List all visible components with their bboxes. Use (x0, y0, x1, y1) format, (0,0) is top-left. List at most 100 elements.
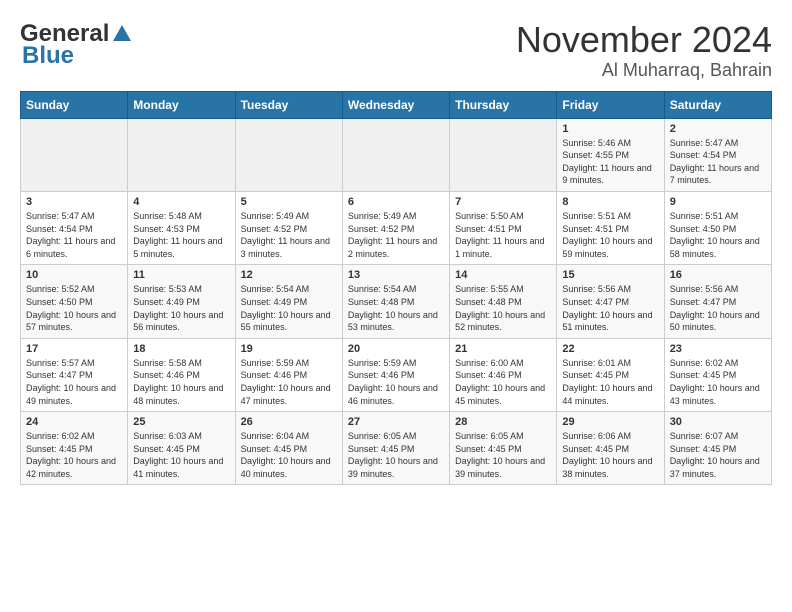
day-number: 11 (133, 269, 229, 281)
day-info: Sunrise: 5:47 AMSunset: 4:54 PMDaylight:… (26, 210, 122, 260)
day-info: Sunrise: 6:04 AMSunset: 4:45 PMDaylight:… (241, 430, 337, 480)
day-info: Sunrise: 6:00 AMSunset: 4:46 PMDaylight:… (455, 357, 551, 407)
calendar-header-row: SundayMondayTuesdayWednesdayThursdayFrid… (21, 91, 772, 118)
calendar-cell: 10Sunrise: 5:52 AMSunset: 4:50 PMDayligh… (21, 265, 128, 338)
calendar-cell: 9 Sunrise: 5:51 AMSunset: 4:50 PMDaylight… (664, 191, 771, 264)
day-info: Sunrise: 5:51 AMSunset: 4:50 PMDaylight:… (670, 210, 766, 260)
day-info: Sunrise: 5:54 AMSunset: 4:48 PMDaylight:… (348, 283, 444, 333)
day-number: 5 (241, 196, 337, 208)
day-info: Sunrise: 5:55 AMSunset: 4:48 PMDaylight:… (455, 283, 551, 333)
calendar-cell: 21 Sunrise: 6:00 AMSunset: 4:46 PMDayligh… (450, 338, 557, 411)
day-number: 15 (562, 269, 658, 281)
calendar-cell: 19 Sunrise: 5:59 AMSunset: 4:46 PMDayligh… (235, 338, 342, 411)
day-number: 21 (455, 343, 551, 355)
calendar-cell: 6 Sunrise: 5:49 AMSunset: 4:52 PMDaylight… (342, 191, 449, 264)
day-info: Sunrise: 5:56 AMSunset: 4:47 PMDaylight:… (562, 283, 658, 333)
day-number: 1 (562, 123, 658, 135)
day-info: Sunrise: 5:49 AMSunset: 4:52 PMDaylight:… (241, 210, 337, 260)
day-number: 17 (26, 343, 122, 355)
calendar-cell: 29 Sunrise: 6:06 AMSunset: 4:45 PMDayligh… (557, 412, 664, 485)
weekday-header: Sunday (21, 91, 128, 118)
title-block: November 2024 Al Muharraq, Bahrain (516, 20, 772, 81)
day-info: Sunrise: 6:06 AMSunset: 4:45 PMDaylight:… (562, 430, 658, 480)
day-number: 4 (133, 196, 229, 208)
calendar-cell: 5 Sunrise: 5:49 AMSunset: 4:52 PMDaylight… (235, 191, 342, 264)
weekday-header: Tuesday (235, 91, 342, 118)
day-number: 25 (133, 416, 229, 428)
calendar-cell: 28 Sunrise: 6:05 AMSunset: 4:45 PMDayligh… (450, 412, 557, 485)
calendar-cell: 2 Sunrise: 5:47 AMSunset: 4:54 PMDaylight… (664, 118, 771, 191)
calendar-cell: 15 Sunrise: 5:56 AMSunset: 4:47 PMDayligh… (557, 265, 664, 338)
calendar-cell: 12Sunrise: 5:54 AMSunset: 4:49 PMDayligh… (235, 265, 342, 338)
calendar-cell: 7 Sunrise: 5:50 AMSunset: 4:51 PMDaylight… (450, 191, 557, 264)
weekday-header: Wednesday (342, 91, 449, 118)
day-number: 20 (348, 343, 444, 355)
weekday-header: Thursday (450, 91, 557, 118)
day-number: 2 (670, 123, 766, 135)
day-number: 30 (670, 416, 766, 428)
day-info: Sunrise: 5:56 AMSunset: 4:47 PMDaylight:… (670, 283, 766, 333)
day-info: Sunrise: 5:59 AMSunset: 4:46 PMDaylight:… (241, 357, 337, 407)
day-info: Sunrise: 5:57 AMSunset: 4:47 PMDaylight:… (26, 357, 122, 407)
calendar-week-row: 24 Sunrise: 6:02 AMSunset: 4:45 PMDayligh… (21, 412, 772, 485)
day-info: Sunrise: 5:50 AMSunset: 4:51 PMDaylight:… (455, 210, 551, 260)
calendar-cell (342, 118, 449, 191)
day-info: Sunrise: 6:02 AMSunset: 4:45 PMDaylight:… (26, 430, 122, 480)
day-number: 6 (348, 196, 444, 208)
day-number: 22 (562, 343, 658, 355)
calendar-cell: 3 Sunrise: 5:47 AMSunset: 4:54 PMDaylight… (21, 191, 128, 264)
day-number: 9 (670, 196, 766, 208)
calendar-cell: 8 Sunrise: 5:51 AMSunset: 4:51 PMDaylight… (557, 191, 664, 264)
day-number: 14 (455, 269, 551, 281)
day-number: 28 (455, 416, 551, 428)
weekday-header: Friday (557, 91, 664, 118)
day-info: Sunrise: 6:03 AMSunset: 4:45 PMDaylight:… (133, 430, 229, 480)
calendar-week-row: 3 Sunrise: 5:47 AMSunset: 4:54 PMDaylight… (21, 191, 772, 264)
calendar-week-row: 10Sunrise: 5:52 AMSunset: 4:50 PMDayligh… (21, 265, 772, 338)
day-info: Sunrise: 5:47 AMSunset: 4:54 PMDaylight:… (670, 137, 766, 187)
day-info: Sunrise: 6:05 AMSunset: 4:45 PMDaylight:… (455, 430, 551, 480)
calendar-cell: 26 Sunrise: 6:04 AMSunset: 4:45 PMDayligh… (235, 412, 342, 485)
logo-icon (111, 23, 133, 45)
day-number: 12 (241, 269, 337, 281)
day-number: 19 (241, 343, 337, 355)
calendar-week-row: 1Sunrise: 5:46 AMSunset: 4:55 PMDaylight… (21, 118, 772, 191)
calendar-cell: 18 Sunrise: 5:58 AMSunset: 4:46 PMDayligh… (128, 338, 235, 411)
day-number: 27 (348, 416, 444, 428)
calendar-cell: 22Sunrise: 6:01 AMSunset: 4:45 PMDayligh… (557, 338, 664, 411)
day-info: Sunrise: 5:52 AMSunset: 4:50 PMDaylight:… (26, 283, 122, 333)
calendar-cell: 23 Sunrise: 6:02 AMSunset: 4:45 PMDayligh… (664, 338, 771, 411)
day-number: 18 (133, 343, 229, 355)
day-info: Sunrise: 6:02 AMSunset: 4:45 PMDaylight:… (670, 357, 766, 407)
day-info: Sunrise: 5:51 AMSunset: 4:51 PMDaylight:… (562, 210, 658, 260)
calendar-subtitle: Al Muharraq, Bahrain (516, 60, 772, 81)
day-number: 8 (562, 196, 658, 208)
day-info: Sunrise: 6:07 AMSunset: 4:45 PMDaylight:… (670, 430, 766, 480)
calendar-cell: 16Sunrise: 5:56 AMSunset: 4:47 PMDayligh… (664, 265, 771, 338)
calendar-cell: 25 Sunrise: 6:03 AMSunset: 4:45 PMDayligh… (128, 412, 235, 485)
day-number: 23 (670, 343, 766, 355)
day-number: 29 (562, 416, 658, 428)
calendar-cell (128, 118, 235, 191)
calendar-cell: 14 Sunrise: 5:55 AMSunset: 4:48 PMDayligh… (450, 265, 557, 338)
page: General Blue November 2024 Al Muharraq, … (0, 0, 792, 495)
calendar-cell: 20Sunrise: 5:59 AMSunset: 4:46 PMDayligh… (342, 338, 449, 411)
calendar-cell (235, 118, 342, 191)
calendar-cell: 13 Sunrise: 5:54 AMSunset: 4:48 PMDayligh… (342, 265, 449, 338)
calendar-week-row: 17 Sunrise: 5:57 AMSunset: 4:47 PMDayligh… (21, 338, 772, 411)
day-info: Sunrise: 5:49 AMSunset: 4:52 PMDaylight:… (348, 210, 444, 260)
weekday-header: Monday (128, 91, 235, 118)
day-number: 13 (348, 269, 444, 281)
calendar-cell: 17 Sunrise: 5:57 AMSunset: 4:47 PMDayligh… (21, 338, 128, 411)
calendar-cell: 24 Sunrise: 6:02 AMSunset: 4:45 PMDayligh… (21, 412, 128, 485)
day-number: 24 (26, 416, 122, 428)
day-number: 3 (26, 196, 122, 208)
day-info: Sunrise: 5:58 AMSunset: 4:46 PMDaylight:… (133, 357, 229, 407)
day-number: 26 (241, 416, 337, 428)
day-number: 7 (455, 196, 551, 208)
day-info: Sunrise: 5:48 AMSunset: 4:53 PMDaylight:… (133, 210, 229, 260)
calendar-cell (21, 118, 128, 191)
calendar-cell (450, 118, 557, 191)
weekday-header: Saturday (664, 91, 771, 118)
calendar-cell: 1Sunrise: 5:46 AMSunset: 4:55 PMDaylight… (557, 118, 664, 191)
